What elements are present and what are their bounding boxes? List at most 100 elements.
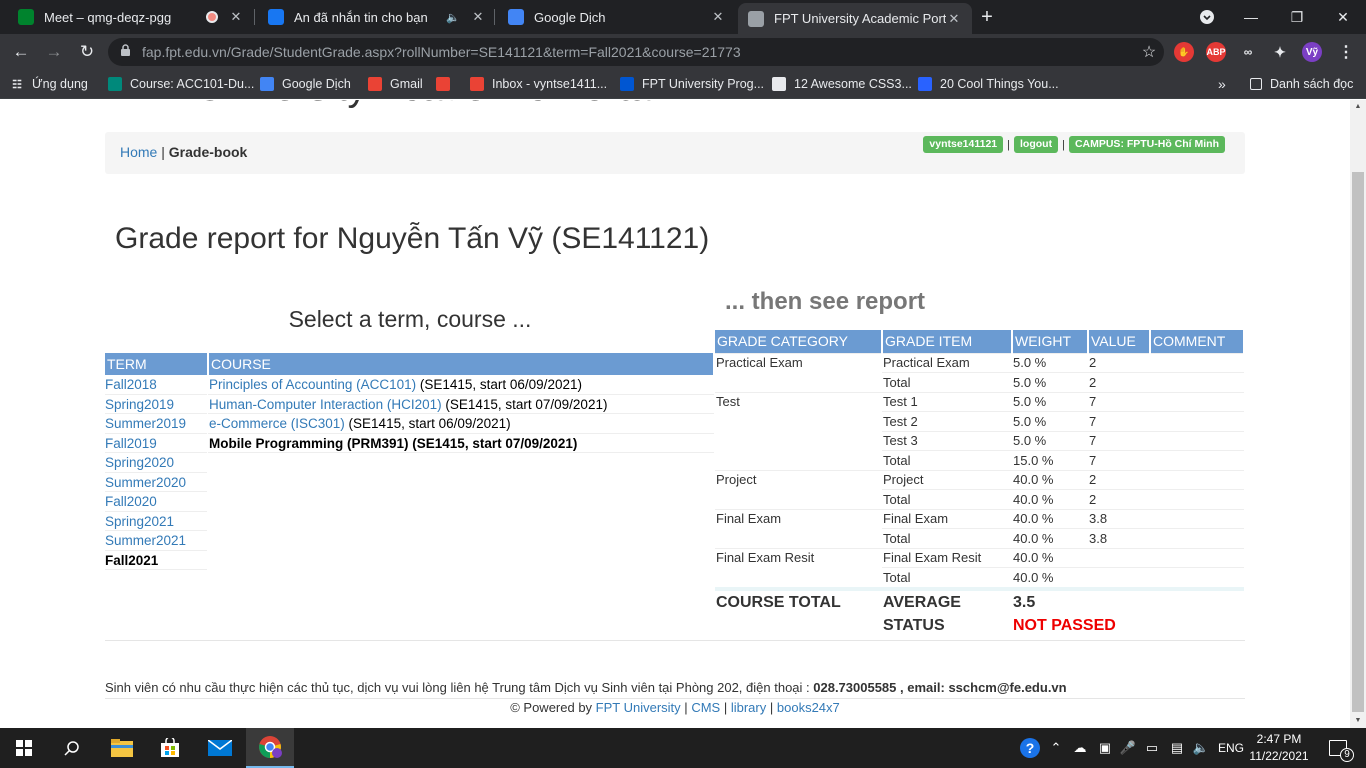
url-input[interactable] <box>142 44 1134 60</box>
term-link[interactable]: Summer2019 <box>105 416 186 431</box>
bookmark-item[interactable]: Google Dịch <box>260 70 351 98</box>
chrome-menu-icon[interactable]: ⋮ <box>1336 42 1356 62</box>
campus-label[interactable]: CAMPUS: FPTU-Hồ Chí Minh <box>1068 136 1225 153</box>
extension-stop-icon[interactable]: ✋ <box>1174 42 1194 62</box>
bookmark-label: Ứng dụng <box>32 77 88 91</box>
bookmark-item[interactable]: 20 Cool Things You... <box>918 70 1059 98</box>
grade-weight: 40.0 % <box>1012 469 1088 490</box>
username-label[interactable]: vyntse141121 <box>923 136 1004 153</box>
bookmark-item[interactable]: FPT University Prog... <box>620 70 764 98</box>
term-link[interactable]: Fall2020 <box>105 494 157 509</box>
bookmarks-bar: ☷ Ứng dụng Course: ACC101-Du... Google Dịch… <box>0 70 1366 99</box>
fpt-university-link[interactable]: FPT University <box>596 700 681 715</box>
term-link[interactable]: Spring2021 <box>105 514 174 529</box>
grade-weight: 40.0 % <box>1012 528 1088 548</box>
term-link[interactable]: Summer2021 <box>105 533 186 548</box>
scroll-down-arrow[interactable]: ▼ <box>1350 714 1366 728</box>
mail-icon[interactable] <box>196 728 244 768</box>
scroll-up-arrow[interactable]: ▲ <box>1350 100 1366 114</box>
show-hidden-icons-icon[interactable]: ⌃ <box>1046 728 1066 768</box>
home-link[interactable]: Home <box>120 144 157 160</box>
course-link[interactable]: e-Commerce (ISC301) <box>209 416 345 431</box>
bookmark-item[interactable]: ☷ Ứng dụng <box>10 70 88 98</box>
page-scrollbar[interactable]: ▲ ▼ <box>1350 100 1366 728</box>
chrome-taskbar-icon[interactable] <box>246 728 294 768</box>
term-link[interactable]: Summer2020 <box>105 475 186 490</box>
course-link[interactable]: Human-Computer Interaction (HCI201) <box>209 397 442 412</box>
course-link[interactable]: Principles of Accounting (ACC101) <box>209 377 416 392</box>
browser-tab[interactable]: An đã nhắn tin cho bạn 🔈 ✕ <box>258 0 496 34</box>
bookmark-item[interactable]: Gmail <box>368 70 423 98</box>
onedrive-icon[interactable]: ☁ <box>1068 728 1092 768</box>
restore-button[interactable]: ❐ <box>1274 0 1320 34</box>
cms-link[interactable]: CMS <box>691 700 720 715</box>
breadcrumb: Home | Grade-book <box>120 144 247 160</box>
grade-row: Practical Exam Practical Exam 5.0 % 2 <box>715 352 1244 392</box>
bookmarks-overflow-button[interactable]: » <box>1218 70 1226 98</box>
books24x7-link[interactable]: books24x7 <box>777 700 840 715</box>
bookmark-item[interactable]: Course: ACC101-Du... <box>108 70 254 98</box>
minimize-button[interactable]: — <box>1228 0 1274 34</box>
term-link[interactable]: Fall2018 <box>105 377 157 392</box>
contact-email: sschcm@fe.edu.vn <box>948 680 1067 695</box>
volume-icon[interactable]: 🔈 <box>1190 728 1212 768</box>
battery-icon[interactable]: ▭ <box>1140 728 1164 768</box>
back-button[interactable]: ← <box>9 40 33 64</box>
network-icon[interactable]: ▤ <box>1166 728 1188 768</box>
select-heading: Select a term, course ... <box>288 306 532 332</box>
profile-avatar[interactable]: Vỹ <box>1302 42 1322 62</box>
apps-grid-icon: ☷ <box>12 78 22 91</box>
bookmark-star-icon[interactable]: ☆ <box>1134 42 1164 62</box>
help-icon[interactable]: ? <box>1016 728 1044 768</box>
close-tab-icon[interactable]: ✕ <box>710 9 726 25</box>
term-item: Spring2021 <box>105 512 207 531</box>
term-link[interactable]: Spring2020 <box>105 455 174 470</box>
footer-links: © Powered by FPT University | CMS | libr… <box>510 700 840 715</box>
grade-value: 7 <box>1088 450 1150 470</box>
grade-weight: 5.0 % <box>1012 430 1088 451</box>
course-item: Human-Computer Interaction (HCI201) (SE1… <box>208 395 714 414</box>
reload-button[interactable]: ↻ <box>75 40 99 64</box>
scroll-thumb[interactable] <box>1352 172 1364 712</box>
tab-title: FPT University Academic Portal <box>774 11 946 26</box>
grade-weight: 40.0 % <box>1012 547 1088 568</box>
term-link[interactable]: Fall2019 <box>105 436 157 451</box>
term-item: Fall2018 <box>105 375 207 395</box>
browser-tab[interactable]: Meet – qmg-deqz-pgg ✕ <box>8 0 254 34</box>
browser-tab[interactable]: Google Dịch ✕ <box>498 0 736 34</box>
notifications-icon[interactable]: 9 <box>1318 728 1358 768</box>
grade-value <box>1088 567 1150 587</box>
grade-weight: 40.0 % <box>1012 489 1088 509</box>
windows-start-icon[interactable] <box>0 728 48 768</box>
grade-value <box>1088 547 1150 568</box>
reading-list-button[interactable]: Danh sách đọc <box>1250 70 1353 98</box>
grade-value: 7 <box>1088 391 1150 412</box>
tab-search-icon[interactable] <box>1184 0 1230 34</box>
close-tab-icon[interactable]: ✕ <box>228 9 244 25</box>
forward-button[interactable]: → <box>42 40 66 64</box>
meet-now-icon[interactable]: ▣ <box>1094 728 1116 768</box>
clock-time: 2:47 PM <box>1256 732 1302 746</box>
grade-comment <box>1150 450 1244 470</box>
close-tab-icon[interactable]: ✕ <box>946 11 962 27</box>
adblock-icon[interactable]: ABP <box>1206 42 1226 62</box>
microsoft-store-icon[interactable] <box>146 728 194 768</box>
microphone-icon[interactable]: 🎤 <box>1118 728 1138 768</box>
search-icon[interactable] <box>48 728 96 768</box>
new-tab-button[interactable]: + <box>972 0 1002 34</box>
library-link[interactable]: library <box>731 700 766 715</box>
term-link[interactable]: Spring2019 <box>105 397 174 412</box>
bookmark-item[interactable]: 12 Awesome CSS3... <box>772 70 912 98</box>
logout-button[interactable]: logout <box>1014 136 1059 153</box>
close-tab-icon[interactable]: ✕ <box>470 9 486 25</box>
close-window-button[interactable]: ✕ <box>1320 0 1366 34</box>
bookmark-item[interactable]: Inbox - vyntse1411... <box>470 70 607 98</box>
browser-tab[interactable]: FPT University Academic Portal ✕ <box>738 3 972 34</box>
input-language[interactable]: ENG <box>1214 728 1248 768</box>
extension-glasses-icon[interactable]: ∞ <box>1238 42 1258 62</box>
speaker-icon[interactable]: 🔈 <box>446 11 460 24</box>
bookmark-item[interactable] <box>436 70 458 98</box>
system-clock[interactable]: 2:47 PM 11/22/2021 <box>1246 731 1312 765</box>
extensions-puzzle-icon[interactable]: ✦ <box>1270 42 1290 62</box>
file-explorer-icon[interactable] <box>98 728 146 768</box>
